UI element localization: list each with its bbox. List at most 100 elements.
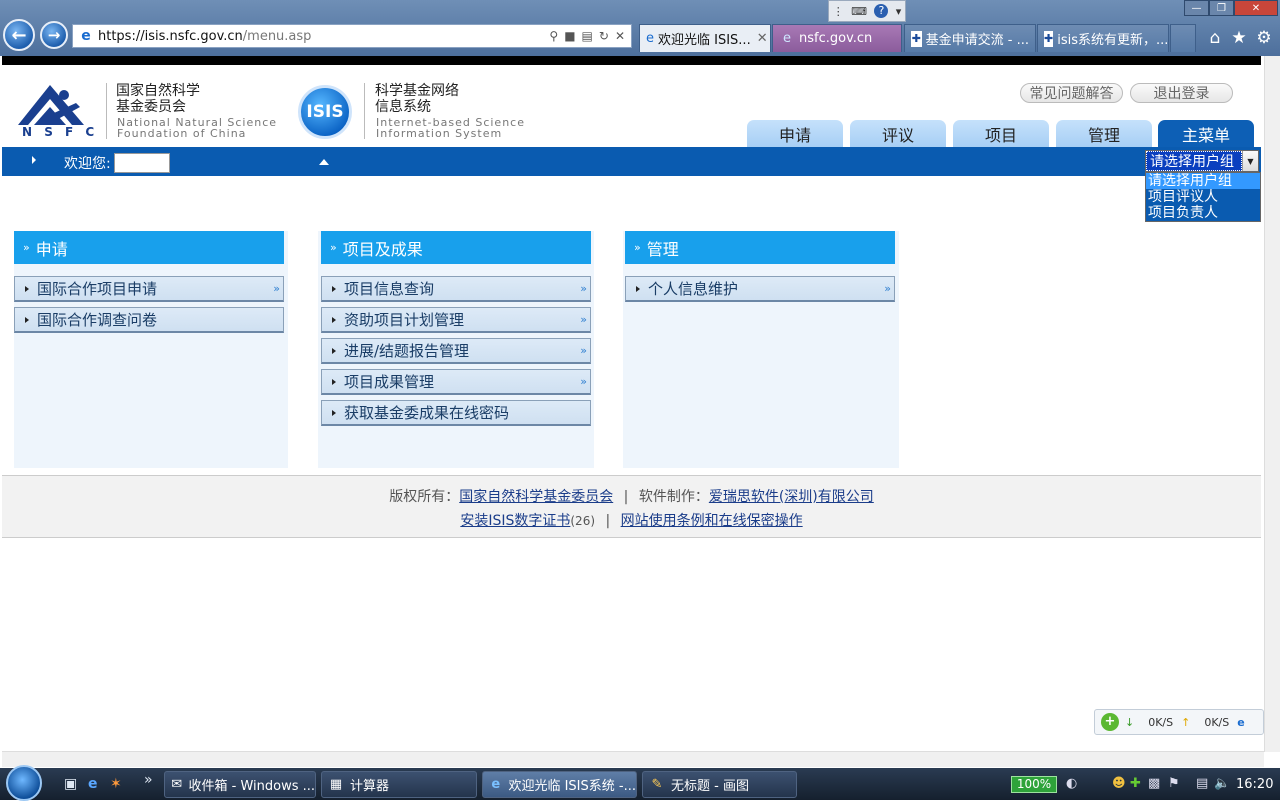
refresh-icon[interactable]: ↻ — [599, 29, 609, 43]
browser-tab-update[interactable]: ✚ isis系统有更新，... — [1037, 24, 1169, 52]
taskbar-button-ie[interactable]: e 欢迎光临 ISIS系统 -... — [482, 771, 637, 798]
menu-item[interactable]: 国际合作项目申请 » — [14, 276, 284, 302]
address-bar[interactable]: e https://isis.nsfc.gov.cn /menu.asp ⚲ ■… — [72, 24, 632, 48]
column-header: » 管理 — [625, 231, 895, 264]
calculator-icon: ▦ — [329, 777, 343, 792]
vertical-scrollbar[interactable] — [1264, 56, 1280, 752]
bullet-icon — [332, 347, 336, 354]
taskbar: ▣ e ✶ » ✉ 收件箱 - Windows ... ▦ 计算器 e 欢迎光临 IS… — [0, 765, 1280, 801]
back-button[interactable]: ← — [3, 19, 35, 51]
mail-icon: ✉ — [171, 777, 183, 792]
app-icon[interactable]: ✶ — [110, 776, 122, 792]
browser-tab-nsfc[interactable]: e nsfc.gov.cn — [772, 24, 902, 52]
menu-item[interactable]: 个人信息维护 » — [625, 276, 895, 302]
collapse-arrow-icon[interactable] — [319, 159, 329, 165]
home-icon[interactable]: ⌂ — [1204, 27, 1226, 49]
browser-tab-isis[interactable]: e 欢迎光临 ISIS... ✕ — [639, 24, 771, 52]
chevron-down-icon[interactable]: ▼ — [1242, 151, 1258, 171]
menu-item-label: 项目成果管理 — [344, 373, 435, 391]
options-icon[interactable]: ▾ — [896, 5, 902, 18]
usergroup-option[interactable]: 项目负责人 — [1146, 205, 1260, 221]
close-window-button[interactable]: ✕ — [1234, 0, 1278, 16]
usergroup-select[interactable]: 请选择用户组 ▼ — [1145, 150, 1259, 172]
flag-icon[interactable]: ⚑ — [1168, 776, 1180, 791]
nsfc-name-en-2: Foundation of China — [117, 127, 247, 140]
bullet-icon — [332, 409, 336, 416]
menu-item[interactable]: 进展/结题报告管理 » — [321, 338, 591, 364]
separator: | — [605, 513, 611, 529]
gear-icon[interactable]: ⚙ — [1253, 27, 1275, 49]
plus-icon[interactable]: + — [1101, 713, 1119, 731]
help-icon[interactable]: ? — [874, 4, 889, 18]
lock-icon[interactable]: ■ — [564, 29, 575, 43]
device-icon[interactable]: ▩ — [1148, 776, 1160, 791]
power-icon[interactable]: ◐ — [1066, 776, 1077, 791]
browser-tab-forum[interactable]: ✚ 基金申请交流 - ... — [904, 24, 1036, 52]
ie-icon: e — [646, 30, 654, 46]
upload-arrow-icon: ↑ — [1181, 715, 1191, 729]
taskbar-button-mail[interactable]: ✉ 收件箱 - Windows ... — [164, 771, 316, 798]
ie-icon: e — [783, 30, 791, 46]
install-cert-link[interactable]: 安装ISIS数字证书 — [460, 513, 570, 529]
close-tab-icon[interactable]: ✕ — [757, 31, 768, 46]
tab-apply[interactable]: 申请 — [747, 120, 843, 147]
new-tab-button[interactable] — [1170, 24, 1196, 52]
favorites-star-icon[interactable]: ★ — [1228, 27, 1250, 49]
menu-item[interactable]: 项目成果管理 » — [321, 369, 591, 395]
network-icon[interactable]: ▤ — [1196, 776, 1208, 791]
horizontal-scrollbar[interactable] — [2, 751, 1264, 767]
browser-chrome: ← → e https://isis.nsfc.gov.cn /menu.asp… — [0, 0, 1280, 56]
ie-icon: e — [1237, 715, 1245, 729]
usergroup-selected: 请选择用户组 — [1146, 151, 1242, 171]
menu-item-label: 个人信息维护 — [648, 280, 739, 298]
clock[interactable]: 16:20 — [1236, 777, 1273, 792]
plus-icon[interactable]: ✚ — [1130, 776, 1141, 791]
ie-icon[interactable]: e — [88, 776, 98, 792]
volume-icon[interactable]: 🔈 — [1214, 776, 1230, 791]
start-button[interactable] — [6, 765, 48, 801]
restore-button[interactable]: ❐ — [1209, 0, 1234, 16]
bullet-icon — [25, 285, 29, 292]
menu-item[interactable]: 资助项目计划管理 » — [321, 307, 591, 333]
usergroup-option[interactable]: 项目评议人 — [1146, 189, 1260, 205]
compat-icon[interactable]: ▤ — [582, 29, 593, 43]
terms-link[interactable]: 网站使用条例和在线保密操作 — [621, 513, 803, 529]
menu-item[interactable]: 获取基金委成果在线密码 — [321, 400, 591, 426]
qq-icon[interactable]: ☻ — [1112, 776, 1126, 791]
footer-line-2: 安装ISIS数字证书(26) | 网站使用条例和在线保密操作 — [2, 510, 1261, 530]
divider — [364, 83, 365, 139]
tab-project[interactable]: 项目 — [953, 120, 1049, 147]
tab-review[interactable]: 评议 — [850, 120, 946, 147]
menu-item[interactable]: 国际合作调查问卷 — [14, 307, 284, 333]
tab-manage[interactable]: 管理 — [1056, 120, 1152, 147]
expand-arrow-icon[interactable] — [32, 156, 36, 164]
software-vendor-link[interactable]: 爱瑞思软件(深圳)有限公司 — [709, 489, 874, 505]
logout-button[interactable]: 退出登录 — [1130, 83, 1233, 103]
faq-button[interactable]: 常见问题解答 — [1020, 83, 1123, 103]
menu-item[interactable]: 项目信息查询 » — [321, 276, 591, 302]
bullet-icon — [332, 378, 336, 385]
isis-name-cn-1: 科学基金网络 — [375, 83, 459, 99]
welcome-label: 欢迎您: — [64, 156, 111, 172]
tab-main-menu[interactable]: 主菜单 — [1158, 120, 1254, 147]
search-icon[interactable]: ⚲ — [549, 29, 558, 43]
net-speed-widget[interactable]: + ↓ 0K/S ↑ 0K/S e — [1094, 709, 1264, 735]
taskbar-button-calculator[interactable]: ▦ 计算器 — [321, 771, 477, 798]
taskbar-button-paint[interactable]: ✎ 无标题 - 画图 — [642, 771, 797, 798]
double-chevron-icon: » — [580, 282, 587, 295]
more-icon[interactable]: » — [144, 772, 153, 788]
menu-column-manage: » 管理 个人信息维护 » — [623, 231, 899, 468]
nsfc-name-cn-1: 国家自然科学 — [116, 83, 200, 99]
taskbar-label: 收件箱 - Windows ... — [188, 779, 315, 794]
language-bar[interactable]: ⋮ ⌨ ? ▾ — [828, 0, 906, 22]
minimize-button[interactable]: — — [1184, 0, 1209, 16]
usergroup-option[interactable]: 请选择用户组 — [1146, 173, 1260, 189]
bullet-icon — [332, 316, 336, 323]
page-footer: 版权所有：国家自然科学基金委员会 | 软件制作：爱瑞思软件(深圳)有限公司 安装… — [2, 475, 1261, 538]
battery-indicator[interactable]: 100% — [1011, 776, 1057, 793]
forward-button[interactable]: → — [40, 21, 68, 49]
show-desktop-icon[interactable]: ▣ — [64, 776, 77, 792]
nsfc-link[interactable]: 国家自然科学基金委员会 — [459, 489, 613, 505]
stop-icon[interactable]: ✕ — [615, 29, 625, 43]
keyboard-icon[interactable]: ⌨ — [851, 5, 867, 18]
